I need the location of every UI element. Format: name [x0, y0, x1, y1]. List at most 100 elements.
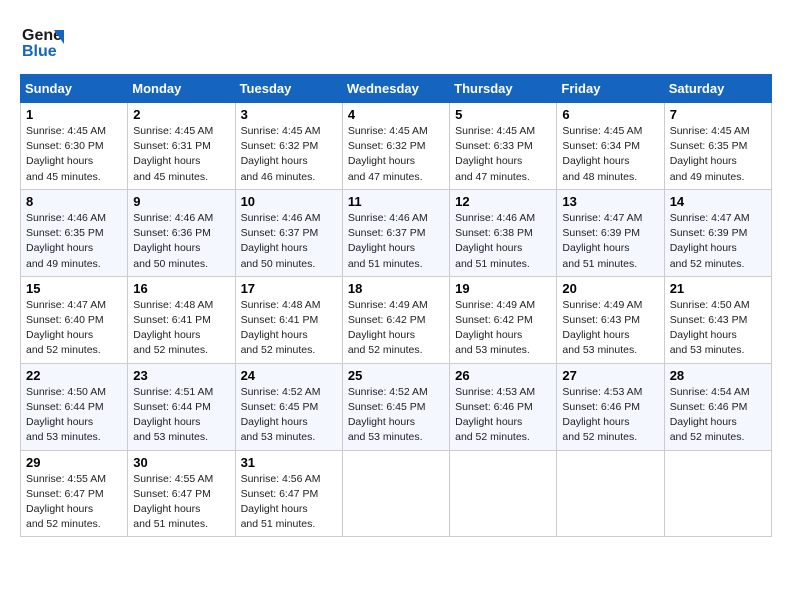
day-number: 18	[348, 281, 444, 296]
day-info: Sunrise: 4:55 AMSunset: 6:47 PMDaylight …	[26, 473, 106, 531]
day-info: Sunrise: 4:45 AMSunset: 6:35 PMDaylight …	[670, 125, 750, 183]
weekday-header-sunday: Sunday	[21, 75, 128, 103]
day-info: Sunrise: 4:45 AMSunset: 6:31 PMDaylight …	[133, 125, 213, 183]
calendar-cell: 13 Sunrise: 4:47 AMSunset: 6:39 PMDaylig…	[557, 189, 664, 276]
calendar-cell: 12 Sunrise: 4:46 AMSunset: 6:38 PMDaylig…	[450, 189, 557, 276]
day-info: Sunrise: 4:54 AMSunset: 6:46 PMDaylight …	[670, 386, 750, 444]
day-number: 27	[562, 368, 658, 383]
day-number: 1	[26, 107, 122, 122]
day-info: Sunrise: 4:46 AMSunset: 6:37 PMDaylight …	[241, 212, 321, 270]
calendar-cell: 11 Sunrise: 4:46 AMSunset: 6:37 PMDaylig…	[342, 189, 449, 276]
calendar-cell: 15 Sunrise: 4:47 AMSunset: 6:40 PMDaylig…	[21, 276, 128, 363]
calendar-cell: 17 Sunrise: 4:48 AMSunset: 6:41 PMDaylig…	[235, 276, 342, 363]
day-info: Sunrise: 4:45 AMSunset: 6:34 PMDaylight …	[562, 125, 642, 183]
calendar-body: 1 Sunrise: 4:45 AMSunset: 6:30 PMDayligh…	[21, 103, 772, 537]
weekday-header-thursday: Thursday	[450, 75, 557, 103]
weekday-header-friday: Friday	[557, 75, 664, 103]
day-number: 11	[348, 194, 444, 209]
calendar-cell	[557, 450, 664, 537]
calendar-cell: 30 Sunrise: 4:55 AMSunset: 6:47 PMDaylig…	[128, 450, 235, 537]
day-number: 23	[133, 368, 229, 383]
day-info: Sunrise: 4:46 AMSunset: 6:35 PMDaylight …	[26, 212, 106, 270]
day-number: 26	[455, 368, 551, 383]
day-info: Sunrise: 4:45 AMSunset: 6:32 PMDaylight …	[348, 125, 428, 183]
calendar-cell: 19 Sunrise: 4:49 AMSunset: 6:42 PMDaylig…	[450, 276, 557, 363]
day-info: Sunrise: 4:46 AMSunset: 6:37 PMDaylight …	[348, 212, 428, 270]
day-info: Sunrise: 4:52 AMSunset: 6:45 PMDaylight …	[241, 386, 321, 444]
day-info: Sunrise: 4:48 AMSunset: 6:41 PMDaylight …	[241, 299, 321, 357]
calendar-cell: 31 Sunrise: 4:56 AMSunset: 6:47 PMDaylig…	[235, 450, 342, 537]
calendar-cell: 24 Sunrise: 4:52 AMSunset: 6:45 PMDaylig…	[235, 363, 342, 450]
calendar-cell: 3 Sunrise: 4:45 AMSunset: 6:32 PMDayligh…	[235, 103, 342, 190]
calendar-cell: 25 Sunrise: 4:52 AMSunset: 6:45 PMDaylig…	[342, 363, 449, 450]
logo: General Blue	[20, 20, 64, 64]
calendar-cell: 28 Sunrise: 4:54 AMSunset: 6:46 PMDaylig…	[664, 363, 771, 450]
page-header: General Blue	[20, 20, 772, 64]
day-number: 12	[455, 194, 551, 209]
calendar-header-row: SundayMondayTuesdayWednesdayThursdayFrid…	[21, 75, 772, 103]
day-info: Sunrise: 4:46 AMSunset: 6:38 PMDaylight …	[455, 212, 535, 270]
calendar-cell: 5 Sunrise: 4:45 AMSunset: 6:33 PMDayligh…	[450, 103, 557, 190]
calendar-cell: 10 Sunrise: 4:46 AMSunset: 6:37 PMDaylig…	[235, 189, 342, 276]
day-info: Sunrise: 4:53 AMSunset: 6:46 PMDaylight …	[562, 386, 642, 444]
day-info: Sunrise: 4:56 AMSunset: 6:47 PMDaylight …	[241, 473, 321, 531]
day-number: 19	[455, 281, 551, 296]
weekday-header-monday: Monday	[128, 75, 235, 103]
day-number: 21	[670, 281, 766, 296]
day-info: Sunrise: 4:45 AMSunset: 6:30 PMDaylight …	[26, 125, 106, 183]
day-info: Sunrise: 4:47 AMSunset: 6:40 PMDaylight …	[26, 299, 106, 357]
calendar-cell: 29 Sunrise: 4:55 AMSunset: 6:47 PMDaylig…	[21, 450, 128, 537]
day-info: Sunrise: 4:47 AMSunset: 6:39 PMDaylight …	[670, 212, 750, 270]
day-number: 10	[241, 194, 337, 209]
calendar-cell: 4 Sunrise: 4:45 AMSunset: 6:32 PMDayligh…	[342, 103, 449, 190]
calendar-cell: 16 Sunrise: 4:48 AMSunset: 6:41 PMDaylig…	[128, 276, 235, 363]
day-number: 24	[241, 368, 337, 383]
calendar-cell: 18 Sunrise: 4:49 AMSunset: 6:42 PMDaylig…	[342, 276, 449, 363]
calendar-cell: 22 Sunrise: 4:50 AMSunset: 6:44 PMDaylig…	[21, 363, 128, 450]
calendar-table: SundayMondayTuesdayWednesdayThursdayFrid…	[20, 74, 772, 537]
day-number: 31	[241, 455, 337, 470]
day-number: 28	[670, 368, 766, 383]
day-info: Sunrise: 4:47 AMSunset: 6:39 PMDaylight …	[562, 212, 642, 270]
day-info: Sunrise: 4:49 AMSunset: 6:42 PMDaylight …	[348, 299, 428, 357]
day-number: 20	[562, 281, 658, 296]
calendar-cell: 6 Sunrise: 4:45 AMSunset: 6:34 PMDayligh…	[557, 103, 664, 190]
logo-icon: General Blue	[20, 20, 64, 64]
weekday-header-saturday: Saturday	[664, 75, 771, 103]
day-info: Sunrise: 4:53 AMSunset: 6:46 PMDaylight …	[455, 386, 535, 444]
calendar-cell	[664, 450, 771, 537]
day-info: Sunrise: 4:46 AMSunset: 6:36 PMDaylight …	[133, 212, 213, 270]
day-info: Sunrise: 4:45 AMSunset: 6:32 PMDaylight …	[241, 125, 321, 183]
day-number: 6	[562, 107, 658, 122]
day-info: Sunrise: 4:55 AMSunset: 6:47 PMDaylight …	[133, 473, 213, 531]
calendar-cell: 14 Sunrise: 4:47 AMSunset: 6:39 PMDaylig…	[664, 189, 771, 276]
weekday-header-tuesday: Tuesday	[235, 75, 342, 103]
calendar-cell: 21 Sunrise: 4:50 AMSunset: 6:43 PMDaylig…	[664, 276, 771, 363]
day-info: Sunrise: 4:45 AMSunset: 6:33 PMDaylight …	[455, 125, 535, 183]
calendar-week-2: 15 Sunrise: 4:47 AMSunset: 6:40 PMDaylig…	[21, 276, 772, 363]
calendar-cell: 7 Sunrise: 4:45 AMSunset: 6:35 PMDayligh…	[664, 103, 771, 190]
calendar-cell: 1 Sunrise: 4:45 AMSunset: 6:30 PMDayligh…	[21, 103, 128, 190]
day-number: 14	[670, 194, 766, 209]
calendar-cell: 2 Sunrise: 4:45 AMSunset: 6:31 PMDayligh…	[128, 103, 235, 190]
day-number: 15	[26, 281, 122, 296]
day-number: 3	[241, 107, 337, 122]
calendar-cell: 23 Sunrise: 4:51 AMSunset: 6:44 PMDaylig…	[128, 363, 235, 450]
svg-text:Blue: Blue	[22, 43, 57, 60]
day-info: Sunrise: 4:52 AMSunset: 6:45 PMDaylight …	[348, 386, 428, 444]
calendar-cell	[342, 450, 449, 537]
calendar-week-1: 8 Sunrise: 4:46 AMSunset: 6:35 PMDayligh…	[21, 189, 772, 276]
calendar-cell: 26 Sunrise: 4:53 AMSunset: 6:46 PMDaylig…	[450, 363, 557, 450]
day-number: 7	[670, 107, 766, 122]
day-number: 13	[562, 194, 658, 209]
day-number: 29	[26, 455, 122, 470]
calendar-week-0: 1 Sunrise: 4:45 AMSunset: 6:30 PMDayligh…	[21, 103, 772, 190]
day-info: Sunrise: 4:48 AMSunset: 6:41 PMDaylight …	[133, 299, 213, 357]
day-number: 17	[241, 281, 337, 296]
day-number: 9	[133, 194, 229, 209]
calendar-week-3: 22 Sunrise: 4:50 AMSunset: 6:44 PMDaylig…	[21, 363, 772, 450]
day-number: 30	[133, 455, 229, 470]
day-number: 2	[133, 107, 229, 122]
day-number: 8	[26, 194, 122, 209]
day-number: 5	[455, 107, 551, 122]
